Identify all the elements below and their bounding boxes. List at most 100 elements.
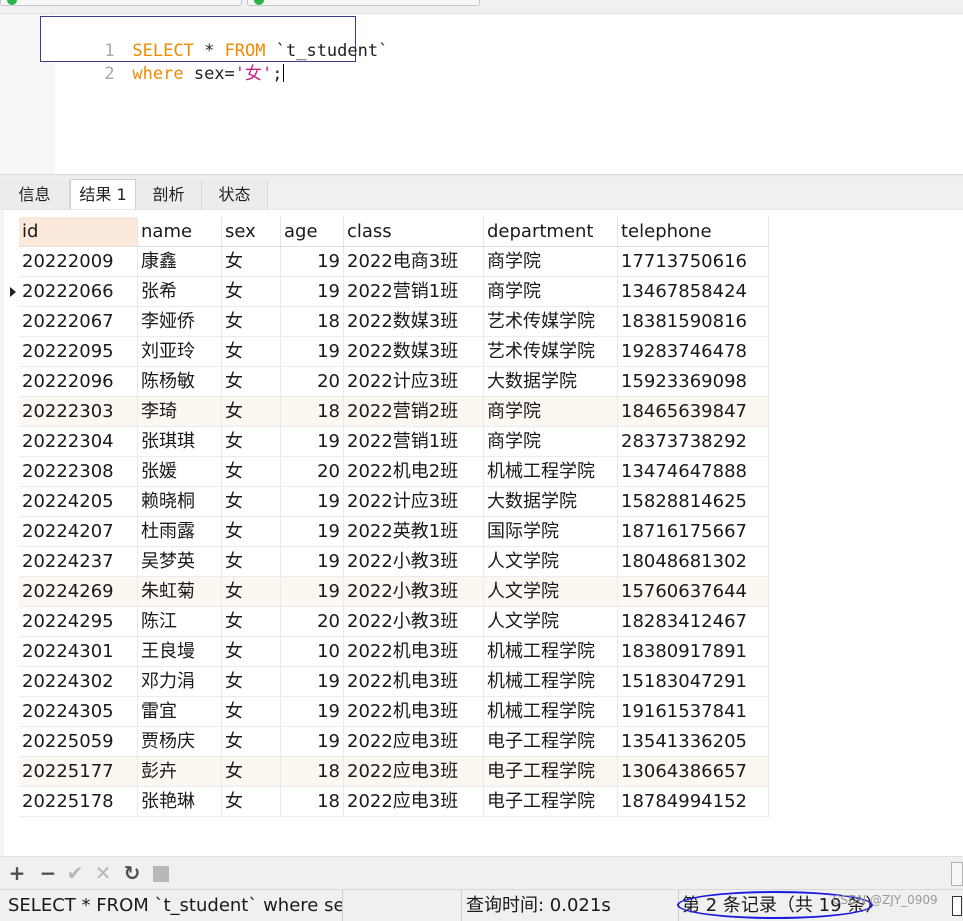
cell-class[interactable]: 2022计应3班 <box>344 367 484 397</box>
cell-telephone[interactable]: 13467858424 <box>618 277 769 307</box>
cell-sex[interactable]: 女 <box>222 367 281 397</box>
cell-id[interactable]: 20224301 <box>19 637 138 667</box>
table-row[interactable]: 20222067 李娅侨女 18 2022数媒3班 艺术传媒学院 18381590816 <box>0 307 963 337</box>
cell-id[interactable]: 20224269 <box>19 577 138 607</box>
cell-age[interactable]: 19 <box>281 547 344 577</box>
cell-age[interactable]: 19 <box>281 247 344 277</box>
cell-id[interactable]: 20222067 <box>19 307 138 337</box>
cell-name[interactable]: 张媛 <box>138 457 222 487</box>
cell-department[interactable]: 人文学院 <box>484 577 618 607</box>
cell-age[interactable]: 20 <box>281 367 344 397</box>
table-row[interactable]: 20224269 朱虹菊女 19 2022小教3班 人文学院 15760637644 <box>0 577 963 607</box>
cell-name[interactable]: 陈江 <box>138 607 222 637</box>
table-row[interactable]: 20222096 陈杨敏女 20 2022计应3班 大数据学院 15923369098 <box>0 367 963 397</box>
cell-telephone[interactable]: 19161537841 <box>618 697 769 727</box>
cell-sex[interactable]: 女 <box>222 487 281 517</box>
cell-sex[interactable]: 女 <box>222 727 281 757</box>
cell-id[interactable]: 20225178 <box>19 787 138 817</box>
cell-department[interactable]: 人文学院 <box>484 547 618 577</box>
cell-age[interactable]: 19 <box>281 427 344 457</box>
cell-telephone[interactable]: 17713750616 <box>618 247 769 277</box>
table-row[interactable]: 20224205 赖晓桐女 19 2022计应3班 大数据学院 15828814625 <box>0 487 963 517</box>
cell-class[interactable]: 2022营销1班 <box>344 277 484 307</box>
cell-sex[interactable]: 女 <box>222 397 281 427</box>
cell-telephone[interactable]: 18381590816 <box>618 307 769 337</box>
cell-department[interactable]: 机械工程学院 <box>484 697 618 727</box>
cell-sex[interactable]: 女 <box>222 637 281 667</box>
cell-sex[interactable]: 女 <box>222 247 281 277</box>
cell-class[interactable]: 2022应电3班 <box>344 787 484 817</box>
column-header-department[interactable]: department <box>484 217 618 247</box>
cell-age[interactable]: 19 <box>281 727 344 757</box>
cell-age[interactable]: 19 <box>281 517 344 547</box>
cell-class[interactable]: 2022机电2班 <box>344 457 484 487</box>
cell-name[interactable]: 刘亚玲 <box>138 337 222 367</box>
refresh-icon[interactable]: ↻ <box>122 863 142 883</box>
cell-telephone[interactable]: 15183047291 <box>618 667 769 697</box>
cell-age[interactable]: 18 <box>281 757 344 787</box>
cell-class[interactable]: 2022数媒3班 <box>344 307 484 337</box>
cell-class[interactable]: 2022英教1班 <box>344 517 484 547</box>
cell-class[interactable]: 2022机电3班 <box>344 697 484 727</box>
cell-id[interactable]: 20222066 <box>19 277 138 307</box>
cell-id[interactable]: 20224205 <box>19 487 138 517</box>
table-row[interactable]: 20222095 刘亚玲女 19 2022数媒3班 艺术传媒学院 19283746478 <box>0 337 963 367</box>
cell-department[interactable]: 大数据学院 <box>484 487 618 517</box>
table-row[interactable]: 20224302 邓力涓女 19 2022机电3班 机械工程学院 15183047291 <box>0 667 963 697</box>
cell-class[interactable]: 2022小教3班 <box>344 577 484 607</box>
cell-age[interactable]: 19 <box>281 697 344 727</box>
cell-class[interactable]: 2022机电3班 <box>344 667 484 697</box>
cell-name[interactable]: 贾杨庆 <box>138 727 222 757</box>
cell-name[interactable]: 朱虹菊 <box>138 577 222 607</box>
cell-age[interactable]: 20 <box>281 457 344 487</box>
column-header-id[interactable]: id <box>19 217 138 247</box>
cell-age[interactable]: 19 <box>281 277 344 307</box>
discard-changes-icon[interactable]: ✕ <box>93 863 113 883</box>
cell-department[interactable]: 艺术传媒学院 <box>484 307 618 337</box>
cell-name[interactable]: 李琦 <box>138 397 222 427</box>
cell-telephone[interactable]: 13541336205 <box>618 727 769 757</box>
cell-name[interactable]: 陈杨敏 <box>138 367 222 397</box>
cell-id[interactable]: 20225177 <box>19 757 138 787</box>
table-row[interactable]: 20225059 贾杨庆女 19 2022应电3班 电子工程学院 13541336205 <box>0 727 963 757</box>
cell-class[interactable]: 2022小教3班 <box>344 607 484 637</box>
cell-age[interactable]: 19 <box>281 667 344 697</box>
cell-age[interactable]: 19 <box>281 337 344 367</box>
cell-id[interactable]: 20222304 <box>19 427 138 457</box>
cell-telephone[interactable]: 15760637644 <box>618 577 769 607</box>
table-row[interactable]: 20222009 康鑫女 19 2022电商3班 商学院 17713750616 <box>0 247 963 277</box>
table-row[interactable]: 20224295 陈江女 20 2022小教3班 人文学院 18283412467 <box>0 607 963 637</box>
cell-sex[interactable]: 女 <box>222 427 281 457</box>
cell-id[interactable]: 20225059 <box>19 727 138 757</box>
cell-telephone[interactable]: 18784994152 <box>618 787 769 817</box>
cell-id[interactable]: 20224305 <box>19 697 138 727</box>
cell-sex[interactable]: 女 <box>222 787 281 817</box>
cell-department[interactable]: 商学院 <box>484 247 618 277</box>
cell-department[interactable]: 商学院 <box>484 427 618 457</box>
cell-name[interactable]: 王良墁 <box>138 637 222 667</box>
cell-department[interactable]: 机械工程学院 <box>484 667 618 697</box>
column-header-sex[interactable]: sex <box>222 217 281 247</box>
cell-department[interactable]: 商学院 <box>484 277 618 307</box>
cell-name[interactable]: 李娅侨 <box>138 307 222 337</box>
cell-id[interactable]: 20222096 <box>19 367 138 397</box>
side-panel-toggle[interactable] <box>951 862 963 886</box>
cell-id[interactable]: 20222303 <box>19 397 138 427</box>
cell-class[interactable]: 2022小教3班 <box>344 547 484 577</box>
cell-id[interactable]: 20224237 <box>19 547 138 577</box>
cell-name[interactable]: 赖晓桐 <box>138 487 222 517</box>
cell-telephone[interactable]: 28373738292 <box>618 427 769 457</box>
tab-profile[interactable]: 剖析 <box>136 180 202 209</box>
table-row[interactable]: 20222066 张希女 19 2022营销1班 商学院 13467858424 <box>0 277 963 307</box>
cell-department[interactable]: 人文学院 <box>484 607 618 637</box>
cell-sex[interactable]: 女 <box>222 697 281 727</box>
cell-name[interactable]: 邓力涓 <box>138 667 222 697</box>
cell-telephone[interactable]: 19283746478 <box>618 337 769 367</box>
cell-sex[interactable]: 女 <box>222 457 281 487</box>
cell-name[interactable]: 杜雨露 <box>138 517 222 547</box>
cell-id[interactable]: 20222009 <box>19 247 138 277</box>
cell-telephone[interactable]: 15923369098 <box>618 367 769 397</box>
cell-class[interactable]: 2022应电3班 <box>344 727 484 757</box>
tab-result-1[interactable]: 结果 1 <box>70 179 136 209</box>
add-row-icon[interactable]: + <box>7 863 27 883</box>
